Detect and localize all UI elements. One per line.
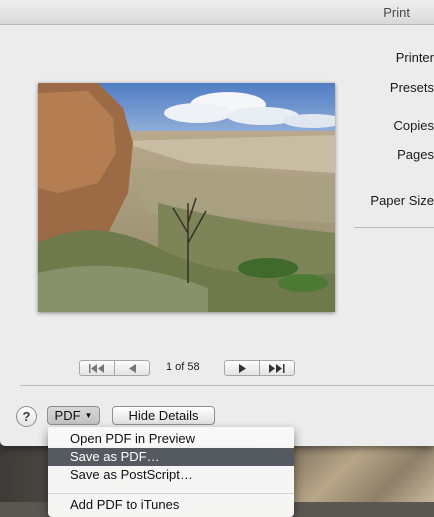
menu-item-add-to-itunes[interactable]: Add PDF to iTunes <box>48 496 294 514</box>
print-dialog: Print Printer Presets Copies Pages Paper… <box>0 0 434 446</box>
next-last-nav <box>224 360 295 376</box>
first-page-button[interactable] <box>80 361 114 375</box>
previous-page-icon <box>128 363 136 373</box>
paper-size-label: Paper Size <box>370 193 434 208</box>
first-prev-nav <box>79 360 150 376</box>
menu-item-save-as-postscript[interactable]: Save as PostScript… <box>48 466 294 484</box>
next-page-icon <box>238 363 246 373</box>
landscape-photo <box>38 83 335 312</box>
desktop-photo <box>290 440 434 502</box>
previous-page-button[interactable] <box>114 361 149 375</box>
help-button[interactable]: ? <box>16 406 37 427</box>
chevron-down-icon: ▼ <box>84 411 93 420</box>
last-page-button[interactable] <box>259 361 294 375</box>
menu-item-save-as-pdf[interactable]: Save as PDF… <box>48 448 294 466</box>
settings-divider <box>354 227 434 228</box>
pdf-dropdown-menu: Open PDF in Preview Save as PDF… Save as… <box>48 427 294 517</box>
first-page-icon <box>89 363 104 373</box>
pdf-menu-button[interactable]: PDF ▼ <box>47 406 100 425</box>
pages-label: Pages <box>397 147 434 162</box>
hide-details-button[interactable]: Hide Details <box>112 406 215 425</box>
printer-label: Printer <box>395 50 434 65</box>
menu-separator <box>48 493 294 494</box>
last-page-icon <box>269 363 285 373</box>
presets-label: Presets <box>389 80 434 95</box>
page-preview <box>38 83 335 312</box>
title-bar: Print <box>0 0 434 25</box>
window-title: Print <box>383 5 410 20</box>
next-page-button[interactable] <box>225 361 259 375</box>
footer-divider <box>20 385 434 386</box>
page-indicator: 1 of 58 <box>166 361 200 373</box>
pdf-button-label: PDF <box>54 408 81 423</box>
copies-label: Copies <box>393 118 434 133</box>
menu-item-open-in-preview[interactable]: Open PDF in Preview <box>48 430 294 448</box>
